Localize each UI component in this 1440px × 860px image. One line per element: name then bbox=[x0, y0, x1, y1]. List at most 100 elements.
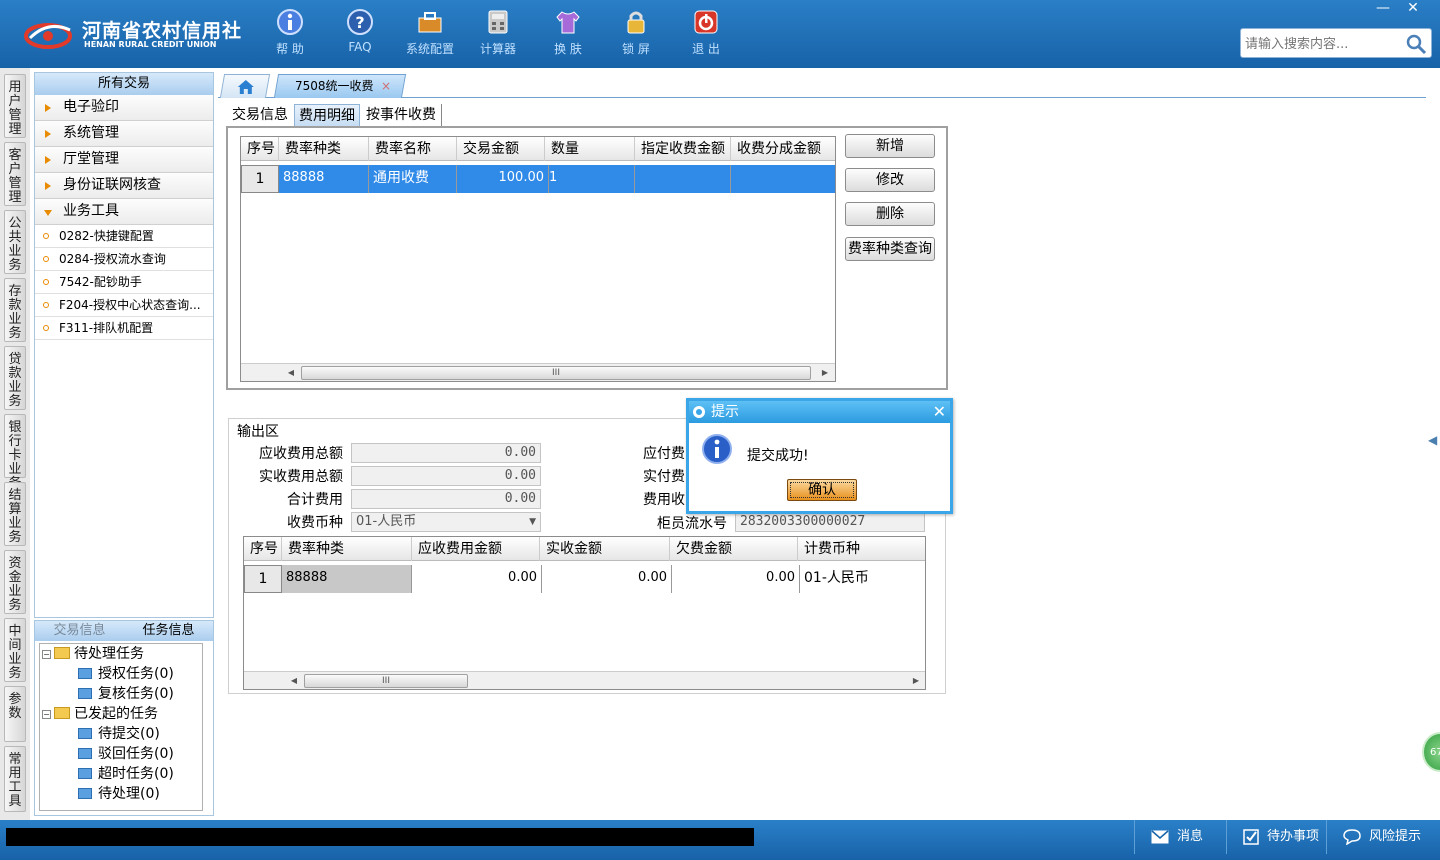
side-expand-icon[interactable]: ◀ bbox=[1428, 420, 1440, 460]
lock-screen-button[interactable]: 锁 屏 bbox=[606, 8, 666, 60]
task-node-to-process[interactable]: 待处理(0) bbox=[78, 784, 160, 804]
tree-group-label: 系统管理 bbox=[63, 125, 119, 141]
modify-button[interactable]: 修改 bbox=[845, 168, 935, 192]
tree-group-hall-management[interactable]: 厅堂管理 bbox=[35, 147, 213, 173]
col-header-quantity[interactable]: 数量 bbox=[545, 137, 635, 161]
change-skin-button[interactable]: 换 肤 bbox=[538, 8, 598, 60]
vtab-parameters[interactable]: 参数 bbox=[4, 686, 26, 742]
label-fee-receive: 费用收 bbox=[643, 492, 685, 508]
search-icon[interactable] bbox=[1405, 33, 1427, 55]
scroll-left-icon[interactable]: ◀ bbox=[288, 675, 300, 687]
col-header-paid[interactable]: 实收金额 bbox=[540, 537, 670, 561]
search-input[interactable] bbox=[1245, 34, 1405, 54]
vtab-user-management[interactable]: 用户管理 bbox=[4, 74, 26, 138]
tree-item-0284[interactable]: 0284-授权流水查询 bbox=[35, 248, 213, 271]
collapse-icon[interactable]: − bbox=[42, 710, 51, 719]
minimize-button[interactable]: — bbox=[1368, 0, 1398, 16]
vtab-fund-business[interactable]: 资金业务 bbox=[4, 550, 26, 614]
system-config-button[interactable]: 系统配置 bbox=[400, 8, 460, 60]
expand-arrow-icon bbox=[45, 182, 51, 190]
exit-button[interactable]: 退 出 bbox=[676, 8, 736, 60]
task-node-timeout[interactable]: 超时任务(0) bbox=[78, 764, 174, 784]
vtab-loan-business[interactable]: 贷款业务 bbox=[4, 346, 26, 410]
risk-alert-button[interactable]: 风险提示 bbox=[1326, 820, 1432, 854]
messages-button[interactable]: 消息 bbox=[1134, 820, 1226, 854]
tree-item-7542[interactable]: 7542-配钞助手 bbox=[35, 271, 213, 294]
add-button[interactable]: 新增 bbox=[845, 134, 935, 158]
horizontal-scrollbar[interactable]: ◀ III ▶ bbox=[241, 363, 835, 381]
col-header-amount[interactable]: 交易金额 bbox=[457, 137, 545, 161]
vtab-public-business[interactable]: 公共业务 bbox=[4, 210, 26, 274]
calculator-button[interactable]: 计算器 bbox=[468, 8, 528, 60]
col-header-fixed-fee[interactable]: 指定收费金额 bbox=[635, 137, 731, 161]
todo-button[interactable]: 待办事项 bbox=[1226, 820, 1326, 854]
scroll-thumb[interactable]: III bbox=[301, 366, 811, 380]
confirm-button[interactable]: 确认 bbox=[787, 479, 857, 501]
task-node-review[interactable]: 复核任务(0) bbox=[78, 684, 174, 704]
col-header-no[interactable]: 序号 bbox=[241, 137, 279, 161]
tree-item-f204[interactable]: F204-授权中心状态查询... bbox=[35, 294, 213, 317]
label-received-total: 实收费用总额 bbox=[259, 469, 343, 485]
tree-group-e-signature[interactable]: 电子验印 bbox=[35, 95, 213, 121]
vtab-bank-card-business[interactable]: 银行卡业务 bbox=[4, 414, 26, 491]
tab-7508-unified-fee[interactable]: 7508统一收费 × bbox=[273, 74, 407, 98]
col-header-rate-type[interactable]: 费率种类 bbox=[282, 537, 412, 561]
task-node-rejected[interactable]: 驳回任务(0) bbox=[78, 744, 174, 764]
task-node-to-submit[interactable]: 待提交(0) bbox=[78, 724, 160, 744]
subtab-fee-details[interactable]: 费用明细 bbox=[294, 104, 360, 126]
fee-detail-panel: 序号 费率种类 费率名称 交易金额 数量 指定收费金额 收费分成金额 1 888… bbox=[226, 126, 948, 390]
tree-item-f311[interactable]: F311-排队机配置 bbox=[35, 317, 213, 340]
tree-group-id-verification[interactable]: 身份证联网核查 bbox=[35, 173, 213, 199]
tab-label: 7508统一收费 bbox=[295, 79, 374, 93]
tree-group-label: 业务工具 bbox=[63, 203, 119, 219]
help-button[interactable]: 帮 助 bbox=[260, 8, 320, 60]
scroll-right-icon[interactable]: ▶ bbox=[819, 367, 831, 379]
table-row[interactable]: 1 88888 0.00 0.00 0.00 01-人民币 bbox=[244, 565, 925, 593]
cell-rate-type: 88888 bbox=[282, 565, 412, 593]
table-row[interactable]: 1 88888 通用收费 100.00 1 bbox=[241, 165, 835, 193]
tab-task-info[interactable]: 任务信息 bbox=[124, 621, 213, 641]
dialog-close-icon[interactable]: ✕ bbox=[933, 401, 946, 423]
vtab-settlement-business[interactable]: 结算业务 bbox=[4, 482, 26, 546]
horizontal-scrollbar[interactable]: ◀ III ▶ bbox=[244, 671, 925, 689]
subtab-transaction-info[interactable]: 交易信息 bbox=[228, 104, 294, 126]
scroll-right-icon[interactable]: ▶ bbox=[910, 675, 922, 687]
scroll-thumb[interactable]: III bbox=[304, 674, 468, 688]
delete-button[interactable]: 删除 bbox=[845, 202, 935, 226]
task-node-pending[interactable]: − 待处理任务 bbox=[42, 644, 144, 664]
rate-type-query-button[interactable]: 费率种类查询 bbox=[845, 237, 935, 261]
vtab-common-tools[interactable]: 常用工具 bbox=[4, 746, 26, 812]
faq-button[interactable]: ? FAQ bbox=[330, 8, 390, 60]
scroll-left-icon[interactable]: ◀ bbox=[285, 367, 297, 379]
window-close-button[interactable]: ✕ bbox=[1398, 0, 1428, 16]
col-header-due[interactable]: 应收费用金额 bbox=[412, 537, 540, 561]
label-fee-currency: 收费币种 bbox=[287, 515, 343, 531]
tab-transaction-info[interactable]: 交易信息 bbox=[35, 621, 124, 641]
label-paid-fee: 实付费 bbox=[643, 469, 685, 485]
tree-group-business-tools[interactable]: 业务工具 bbox=[35, 199, 213, 225]
task-node-initiated[interactable]: − 已发起的任务 bbox=[42, 704, 158, 724]
tree-group-system-management[interactable]: 系统管理 bbox=[35, 121, 213, 147]
col-header-no[interactable]: 序号 bbox=[244, 537, 282, 561]
checkbox-icon bbox=[1243, 828, 1259, 845]
vtab-intermediary-business[interactable]: 中间业务 bbox=[4, 618, 26, 682]
currency-select[interactable]: 01-人民币 ▼ bbox=[351, 512, 541, 532]
col-header-rate-name[interactable]: 费率名称 bbox=[369, 137, 457, 161]
search-box bbox=[1240, 28, 1432, 58]
collapse-icon[interactable]: − bbox=[42, 650, 51, 659]
col-header-currency[interactable]: 计费币种 bbox=[798, 537, 925, 561]
floating-assistant-badge[interactable]: 67 bbox=[1422, 732, 1440, 772]
tree-item-0282[interactable]: 0282-快捷键配置 bbox=[35, 225, 213, 248]
col-header-split-fee[interactable]: 收费分成金额 bbox=[731, 137, 835, 161]
top-header-bar: 河南省农村信用社 HENAN RURAL CREDIT UNION 帮 助 ? … bbox=[0, 0, 1440, 68]
subtab-fee-by-event[interactable]: 按事件收费 bbox=[362, 104, 442, 126]
task-node-authorize[interactable]: 授权任务(0) bbox=[78, 664, 174, 684]
tab-home[interactable] bbox=[219, 74, 271, 98]
vtab-customer-management[interactable]: 客户管理 bbox=[4, 142, 26, 206]
vtab-deposit-business[interactable]: 存款业务 bbox=[4, 278, 26, 342]
cell-split-fee bbox=[731, 165, 835, 193]
task-node-label: 复核任务(0) bbox=[98, 686, 174, 702]
col-header-owed[interactable]: 欠费金额 bbox=[670, 537, 798, 561]
tab-close-icon[interactable]: × bbox=[381, 75, 391, 97]
col-header-rate-type[interactable]: 费率种类 bbox=[279, 137, 369, 161]
